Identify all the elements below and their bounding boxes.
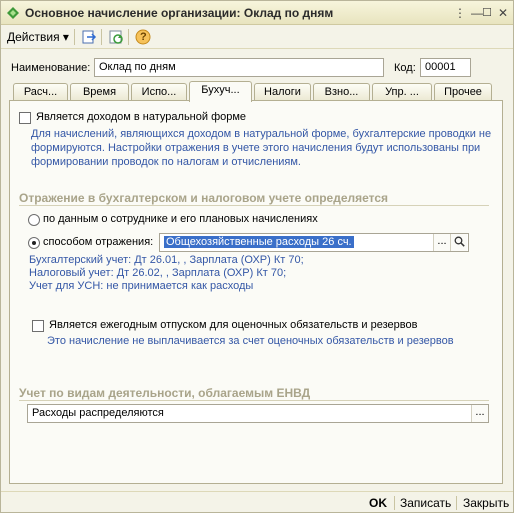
title-bar[interactable]: Основное начисление организации: Оклад п… [1, 1, 513, 25]
tab-calc[interactable]: Расч... [13, 83, 68, 101]
move-to-button[interactable] [80, 28, 98, 46]
natural-note-line: формируются. Настройки отражения в учете… [31, 142, 481, 154]
annual-vacation-checkbox[interactable] [32, 320, 44, 332]
code-input[interactable]: 00001 [420, 58, 471, 77]
natural-income-label: Является доходом в натуральной форме [36, 111, 247, 123]
close-button[interactable]: Закрыть [463, 496, 509, 510]
move-icon [82, 30, 97, 44]
dialog-window: Основное начисление организации: Оклад п… [0, 0, 514, 513]
method-search-button[interactable] [450, 234, 467, 251]
footer-divider [394, 496, 395, 510]
tab-other[interactable]: Прочее [434, 83, 492, 101]
tab-time[interactable]: Время [70, 83, 129, 101]
app-icon [6, 6, 20, 20]
radio-by-method-label: способом отражения: [43, 236, 154, 248]
method-input[interactable]: Общехозяйственные расходы 26 сч. [159, 233, 469, 252]
window-menu-icon[interactable]: ⋮ [453, 6, 467, 20]
envd-input[interactable]: Расходы распределяются [27, 404, 489, 423]
tab-contributions[interactable]: Взно... [313, 83, 370, 101]
section-divider [19, 400, 489, 401]
tax-entry-text: Налоговый учет: Дт 26.02, , Зарплата (ОХ… [29, 267, 287, 279]
reflection-section-title: Отражение в бухгалтерском и налоговом уч… [19, 191, 389, 205]
usn-entry-text: Учет для УСН: не принимается как расходы [29, 280, 254, 292]
annual-vacation-label: Является ежегодным отпуском для оценочны… [49, 319, 418, 331]
radio-by-employee[interactable] [28, 214, 40, 226]
save-button[interactable]: Записать [400, 496, 451, 510]
actions-menu-button[interactable]: Действия ▾ [7, 30, 69, 44]
window-title: Основное начисление организации: Оклад п… [25, 6, 334, 20]
tab-strip: Расч... Время Испо... Бухуч... Налоги Вз… [9, 81, 503, 102]
chevron-down-icon: ▾ [62, 30, 69, 44]
toolbar-divider [101, 29, 102, 45]
toolbar: Действия ▾ ? [1, 25, 513, 49]
dialog-footer: OK Записать Закрыть [1, 491, 513, 513]
natural-note-line: Для начислений, являющихся доходом в нат… [31, 128, 492, 140]
search-icon [454, 236, 465, 247]
toolbar-divider [128, 29, 129, 45]
tab-accounting[interactable]: Бухуч... [189, 81, 252, 102]
actions-label: Действия [7, 30, 60, 44]
natural-note-line: формировании проводок по налогам и отчис… [31, 156, 301, 168]
ok-button[interactable]: OK [369, 496, 387, 510]
annual-vacation-note: Это начисление не выплачивается за счет … [47, 335, 454, 347]
refresh-icon [109, 30, 123, 44]
maximize-button[interactable]: ☐ [480, 6, 494, 20]
tab-management[interactable]: Упр. ... [372, 83, 432, 101]
refresh-button[interactable] [107, 28, 125, 46]
method-select-button[interactable]: ... [433, 234, 450, 251]
help-button[interactable]: ? [134, 28, 152, 46]
method-value: Общехозяйственные расходы 26 сч. [164, 236, 354, 248]
radio-by-employee-label: по данным о сотруднике и его плановых на… [43, 213, 318, 225]
tab-panel-accounting: Является доходом в натуральной форме Для… [9, 100, 503, 484]
name-label: Наименование: [11, 62, 91, 74]
name-input[interactable]: Оклад по дням [94, 58, 384, 77]
radio-by-method[interactable] [28, 237, 40, 249]
close-window-button[interactable]: ✕ [496, 6, 510, 20]
section-divider [19, 205, 489, 206]
tab-usage[interactable]: Испо... [131, 83, 187, 101]
natural-income-checkbox[interactable] [19, 112, 31, 124]
code-label: Код: [394, 62, 416, 74]
toolbar-divider [74, 29, 75, 45]
accounting-entry-text: Бухгалтерский учет: Дт 26.01, , Зарплата… [29, 254, 304, 266]
envd-select-button[interactable]: ... [471, 405, 488, 422]
footer-divider [456, 496, 457, 510]
envd-section-title: Учет по видам деятельности, облагаемым Е… [19, 386, 311, 400]
tab-taxes[interactable]: Налоги [254, 83, 311, 101]
help-glyph: ? [140, 31, 147, 43]
